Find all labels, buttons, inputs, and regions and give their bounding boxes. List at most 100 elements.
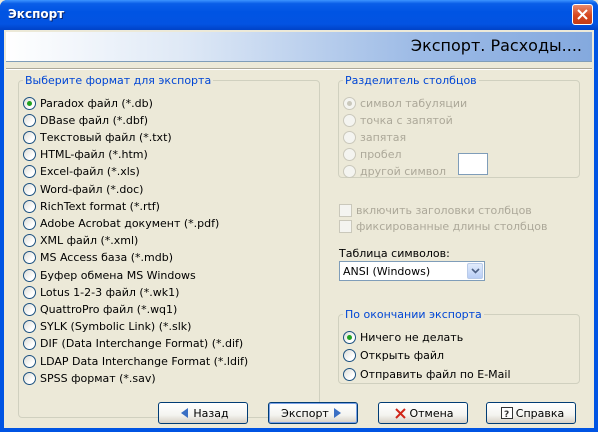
- format-option[interactable]: SPSS формат (*.sav): [23, 370, 156, 386]
- format-option-label: Текстовый файл (*.txt): [40, 130, 172, 144]
- format-option-label: MS Access база (*.mdb): [40, 251, 173, 265]
- separator-option-label: запятая: [360, 130, 407, 144]
- format-option-label: RichText format (*.rtf): [40, 199, 160, 213]
- cancel-button[interactable]: Отмена: [378, 402, 468, 424]
- radio-button: [343, 96, 356, 110]
- radio-button: [23, 182, 36, 196]
- separator-option-label: точка с запятой: [360, 113, 453, 127]
- radio-button: [23, 251, 36, 265]
- format-option[interactable]: XML файл (*.xml): [23, 233, 138, 249]
- include-headers-checkbox[interactable]: включить заголовки столбцов: [339, 202, 532, 218]
- radio-button: [23, 148, 36, 162]
- charset-select[interactable]: ANSI (Windows): [339, 261, 485, 281]
- radio-button: [23, 337, 36, 351]
- format-option[interactable]: Буфер обмена MS Windows: [23, 267, 196, 283]
- format-option-label: SYLK (Symbolic Link) (*.slk): [40, 320, 192, 334]
- separator-option: запятая: [343, 129, 406, 145]
- format-option[interactable]: Word-файл (*.doc): [23, 181, 143, 197]
- header-divider: [6, 68, 592, 70]
- format-option-label: Adobe Acrobat документ (*.pdf): [40, 216, 220, 230]
- separator-option-label: пробел: [360, 148, 402, 162]
- format-option-label: DIF (Data Interchange Format) (*.dif): [40, 337, 244, 351]
- format-group-legend: Выберите формат для экспорта: [25, 74, 212, 87]
- radio-button: [23, 165, 36, 179]
- export-button-label: Экспорт: [281, 406, 329, 420]
- format-option[interactable]: DBase файл (*.dbf): [23, 112, 148, 128]
- cancel-button-label: Отмена: [409, 406, 454, 420]
- radio-button: [343, 113, 356, 127]
- format-option-label: LDAP Data Interchange Format (*.ldif): [40, 354, 249, 368]
- separator-group-legend: Разделитель столбцов: [345, 74, 477, 87]
- radio-button: [23, 113, 36, 127]
- format-option[interactable]: MS Access база (*.mdb): [23, 250, 173, 266]
- fixed-width-check: [339, 219, 352, 233]
- fixed-width-label: фиксированные длины столбцов: [356, 219, 548, 233]
- after-export-option-label: Отправить файл по E-Mail: [360, 367, 511, 381]
- export-dialog: Экспорт Экспорт. Расходы.... Выберите фо…: [0, 0, 598, 432]
- separator-option: пробел: [343, 147, 402, 163]
- help-button-label: Справка: [515, 406, 565, 420]
- title-bar[interactable]: Экспорт: [0, 0, 598, 30]
- separator-option: символ табуляции: [343, 95, 467, 111]
- separator-option-label: другой символ: [360, 165, 446, 179]
- radio-button: [23, 130, 36, 144]
- arrow-left-icon: [181, 408, 189, 418]
- after-export-group: По окончании экспорта Ничего не делать От…: [338, 308, 580, 384]
- separator-option-label: символ табуляции: [360, 96, 468, 110]
- format-option-label: QuattroPro файл (*.wq1): [40, 302, 178, 316]
- radio-button: [23, 285, 36, 299]
- format-option[interactable]: Lotus 1-2-3 файл (*.wk1): [23, 284, 179, 300]
- format-option[interactable]: HTML-файл (*.htm): [23, 147, 148, 163]
- after-export-option[interactable]: Ничего не делать: [343, 329, 463, 345]
- radio-button: [23, 302, 36, 316]
- radio-button: [23, 234, 36, 248]
- after-export-option-label: Открыть файл: [360, 349, 445, 362]
- radio-button: [23, 354, 36, 368]
- radio-button: [23, 371, 36, 385]
- format-option-label: Lotus 1-2-3 файл (*.wk1): [40, 285, 180, 299]
- separator-option: точка с запятой: [343, 112, 453, 128]
- format-option[interactable]: RichText format (*.rtf): [23, 198, 160, 214]
- export-button[interactable]: Экспорт: [268, 402, 358, 424]
- separator-option: другой символ: [343, 164, 446, 180]
- other-separator-input[interactable]: [458, 153, 488, 175]
- format-option-label: HTML-файл (*.htm): [40, 148, 148, 162]
- format-option[interactable]: QuattroPro файл (*.wq1): [23, 301, 177, 317]
- radio-button: [343, 330, 356, 344]
- format-option-label: Excel-файл (*.xls): [40, 165, 140, 179]
- radio-button: [343, 349, 356, 362]
- radio-button: [343, 165, 356, 179]
- after-export-group-legend: По окончании экспорта: [345, 308, 482, 321]
- format-option[interactable]: Adobe Acrobat документ (*.pdf): [23, 215, 219, 231]
- format-option[interactable]: SYLK (Symbolic Link) (*.slk): [23, 319, 191, 335]
- include-headers-check: [339, 203, 352, 217]
- radio-button: [23, 320, 36, 334]
- format-option[interactable]: Paradox файл (*.db): [23, 95, 153, 111]
- radio-button: [343, 367, 356, 381]
- after-export-option[interactable]: Отправить файл по E-Mail: [343, 366, 511, 382]
- after-export-option[interactable]: Открыть файл: [343, 348, 444, 364]
- format-group: Выберите формат для экспорта Paradox фай…: [18, 74, 320, 418]
- radio-button: [343, 130, 356, 144]
- arrow-right-icon: [333, 408, 341, 418]
- header-title: Экспорт. Расходы....: [410, 36, 582, 55]
- help-icon: ?: [500, 407, 513, 419]
- radio-button: [23, 199, 36, 213]
- back-button-label: Назад: [193, 406, 229, 420]
- charset-dropdown-button[interactable]: [467, 263, 483, 279]
- format-option[interactable]: Текстовый файл (*.txt): [23, 129, 172, 145]
- include-headers-label: включить заголовки столбцов: [356, 203, 532, 217]
- format-option[interactable]: DIF (Data Interchange Format) (*.dif): [23, 336, 243, 352]
- after-export-option-label: Ничего не делать: [360, 330, 464, 344]
- help-button[interactable]: ? Справка: [486, 402, 576, 424]
- fixed-width-checkbox[interactable]: фиксированные длины столбцов: [339, 218, 548, 234]
- format-option[interactable]: LDAP Data Interchange Format (*.ldif): [23, 353, 248, 369]
- format-option-label: SPSS формат (*.sav): [40, 371, 156, 385]
- svg-text:?: ?: [504, 410, 509, 419]
- charset-label: Таблица символов:: [339, 247, 450, 260]
- back-button[interactable]: Назад: [158, 402, 248, 424]
- chevron-down-icon: [471, 268, 480, 274]
- close-button[interactable]: [572, 4, 593, 25]
- window-title: Экспорт: [8, 7, 65, 21]
- format-option[interactable]: Excel-файл (*.xls): [23, 164, 140, 180]
